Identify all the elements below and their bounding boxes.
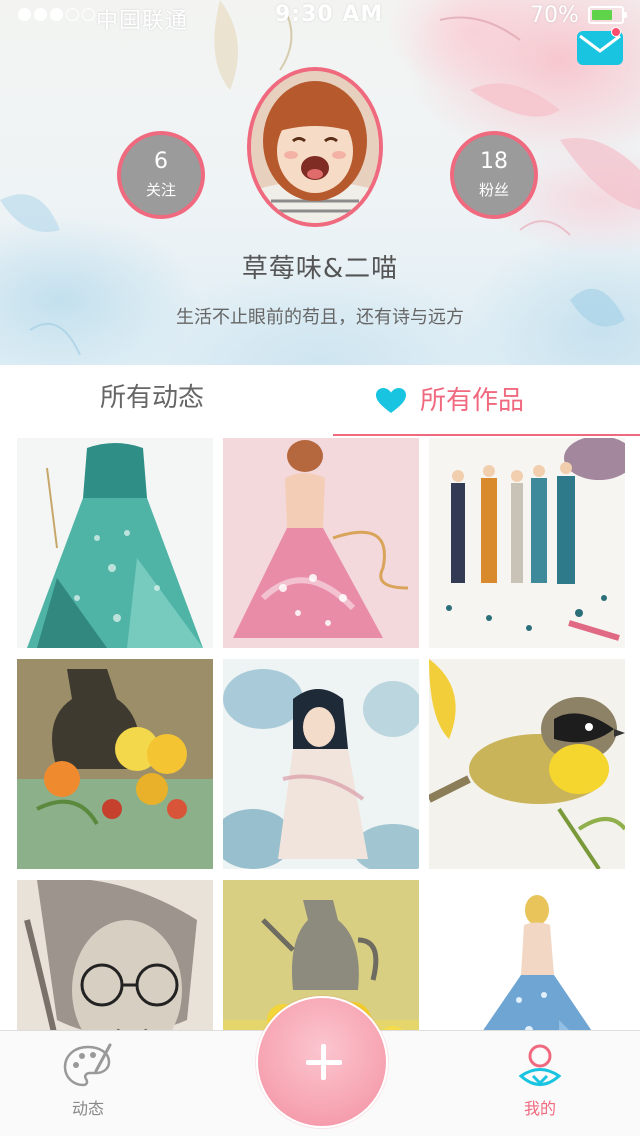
username: 草莓味&二喵 bbox=[241, 254, 399, 284]
artwork-watercolor-girl[interactable] bbox=[223, 659, 419, 869]
profile-header: 中国联通 9:30 AM 70% 6 关注 18 粉丝 草莓味&二喵 生活不止眼… bbox=[0, 0, 640, 365]
artwork-pink-gown-back[interactable] bbox=[223, 438, 419, 648]
add-artwork-button[interactable] bbox=[256, 996, 388, 1128]
nav-feed-label: 动态 bbox=[71, 1099, 104, 1118]
profile-icon bbox=[518, 1044, 562, 1086]
tab-all-works-label: 所有作品 bbox=[420, 385, 525, 416]
following-number: 6 bbox=[154, 149, 168, 174]
nav-mine[interactable]: 我的 bbox=[500, 1043, 580, 1119]
followers-count[interactable]: 18 粉丝 bbox=[450, 131, 538, 219]
status-time: 9:30 AM bbox=[275, 2, 384, 27]
artwork-teal-gown[interactable] bbox=[17, 438, 213, 648]
battery-icon bbox=[588, 6, 627, 24]
artwork-blue-dress[interactable] bbox=[429, 880, 625, 1030]
battery-percentage: 70% bbox=[530, 3, 579, 28]
artwork-yellow-bird[interactable] bbox=[429, 659, 625, 869]
artwork-fashion-sketches[interactable] bbox=[429, 438, 625, 648]
tab-all-works[interactable]: 所有作品 bbox=[376, 365, 524, 436]
palette-icon bbox=[63, 1043, 112, 1087]
avatar-illustration bbox=[251, 71, 379, 223]
carrier-name: 中国联通 bbox=[96, 9, 189, 34]
artwork-still-life-vase[interactable] bbox=[17, 659, 213, 869]
artwork-grid bbox=[17, 438, 627, 1030]
active-tab-indicator bbox=[333, 434, 640, 436]
artwork-pencil-portrait[interactable] bbox=[17, 880, 213, 1030]
content-tabs: 所有动态 所有作品 bbox=[0, 365, 640, 436]
nav-mine-label: 我的 bbox=[523, 1099, 556, 1118]
signal-strength-icon bbox=[18, 8, 95, 21]
tab-all-posts[interactable]: 所有动态 bbox=[100, 365, 204, 436]
notification-badge bbox=[611, 27, 621, 37]
status-bar: 中国联通 9:30 AM 70% bbox=[0, 0, 640, 34]
heart-icon bbox=[376, 387, 406, 413]
following-count[interactable]: 6 关注 bbox=[117, 131, 205, 219]
user-bio: 生活不止眼前的苟且，还有诗与远方 bbox=[176, 307, 464, 328]
following-label: 关注 bbox=[145, 181, 176, 199]
followers-label: 粉丝 bbox=[478, 181, 509, 199]
nav-feed[interactable]: 动态 bbox=[48, 1043, 128, 1119]
followers-number: 18 bbox=[480, 149, 508, 174]
user-avatar[interactable] bbox=[247, 67, 383, 227]
